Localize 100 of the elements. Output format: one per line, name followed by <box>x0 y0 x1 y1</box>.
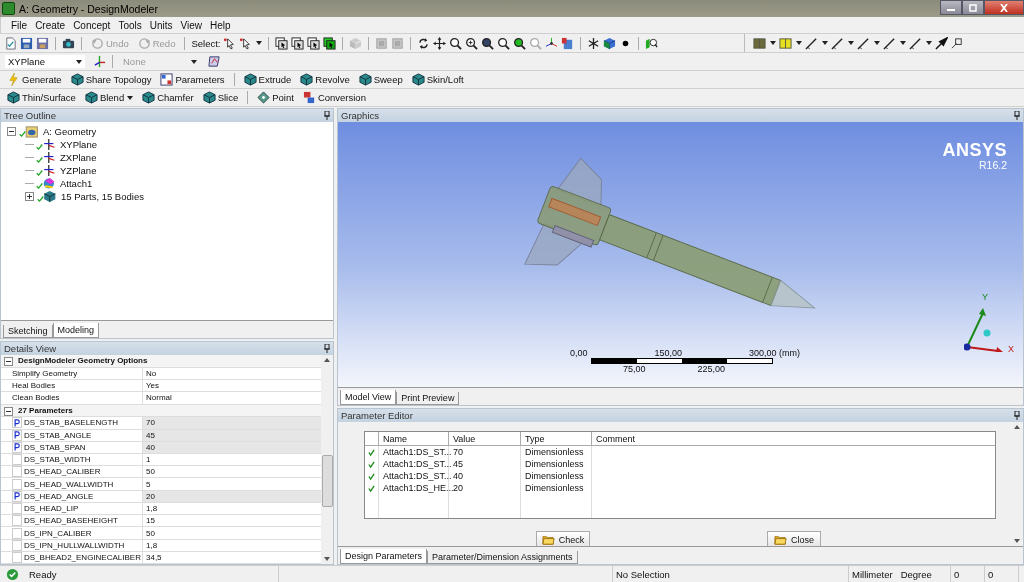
caret-icon[interactable] <box>874 41 880 45</box>
toolbar-button[interactable]: Share Topology <box>67 72 155 87</box>
camera-icon[interactable] <box>62 36 75 50</box>
restore-button[interactable] <box>962 0 984 15</box>
pin-icon[interactable] <box>324 344 330 353</box>
viewport[interactable]: ANSYS R16.2 0,00 150,00 300,00 (mm) 75,00 225,00 Y X <box>338 122 1023 387</box>
parameter-checkbox[interactable] <box>12 478 22 490</box>
column-header[interactable]: Name <box>379 432 449 445</box>
cursor-icon[interactable] <box>223 36 237 50</box>
rotate-icon[interactable] <box>417 36 431 50</box>
parameter-checkbox[interactable] <box>12 539 22 551</box>
scrollbar-thumb[interactable] <box>321 455 333 507</box>
scroll-up-icon[interactable] <box>324 358 330 362</box>
toolbar-button[interactable]: Extrude <box>240 72 295 87</box>
column-header[interactable]: Value <box>449 432 521 445</box>
property-value[interactable]: 34,5 <box>143 551 321 564</box>
property-value[interactable]: 1 <box>143 454 321 466</box>
menu-item[interactable]: File <box>7 19 32 31</box>
property-value[interactable]: Normal <box>143 392 321 404</box>
parameter-checkbox[interactable] <box>12 417 22 429</box>
property-value[interactable]: 1,8 <box>143 539 321 551</box>
scrollbar[interactable] <box>321 355 333 564</box>
line-icon[interactable] <box>831 36 844 50</box>
toolbar-button[interactable]: Skin/Loft <box>408 72 467 87</box>
zoom-icon[interactable] <box>481 36 495 50</box>
parameter-checkbox[interactable] <box>12 454 22 466</box>
toolbar-button[interactable]: Chamfer <box>139 90 197 105</box>
zoom-icon[interactable] <box>449 36 463 50</box>
select-filter-icon[interactable] <box>323 36 337 50</box>
toolbar-button[interactable]: Point <box>254 90 297 105</box>
caret-icon[interactable] <box>796 41 802 45</box>
toolbar-button[interactable]: Slice <box>199 90 242 105</box>
caret-icon[interactable] <box>848 41 854 45</box>
tree-item[interactable]: A: Geometry <box>41 126 97 137</box>
tree-item[interactable]: Attach1 <box>58 178 93 189</box>
toolbar-button[interactable]: Thin/Surface <box>4 90 79 105</box>
tab[interactable]: Design Parameters <box>340 549 428 564</box>
zoom-icon[interactable] <box>513 36 527 50</box>
cube-icon[interactable] <box>603 36 617 50</box>
tab[interactable]: Sketching <box>3 325 53 338</box>
floppy-icon[interactable] <box>36 36 49 50</box>
parameter-checkbox[interactable] <box>12 527 22 539</box>
color-square-icon[interactable] <box>779 36 792 50</box>
line-icon[interactable] <box>857 36 870 50</box>
property-value[interactable]: 50 <box>143 527 321 539</box>
document-icon[interactable] <box>4 36 17 50</box>
property-value[interactable]: No <box>143 367 321 380</box>
tree-item[interactable]: ZXPlane <box>58 152 97 163</box>
square-icon[interactable] <box>951 36 964 50</box>
collapse-toggle[interactable] <box>7 127 16 136</box>
zoom-icon[interactable] <box>465 36 479 50</box>
property-value[interactable]: 50 <box>143 466 321 478</box>
menu-item[interactable]: Tools <box>114 19 146 31</box>
menu-item[interactable]: Help <box>206 19 235 31</box>
menu-item[interactable]: Create <box>31 19 70 31</box>
toolbar-button[interactable]: Generate <box>4 72 65 87</box>
line-icon[interactable] <box>883 36 896 50</box>
column-header[interactable]: Comment <box>592 432 995 445</box>
property-value[interactable]: Yes <box>143 380 321 392</box>
menu-item[interactable]: Concept <box>69 19 115 31</box>
pan-icon[interactable] <box>433 36 447 50</box>
parameter-checkbox[interactable] <box>12 490 22 502</box>
toolbar-button[interactable]: Blend <box>81 90 137 105</box>
caret-icon[interactable] <box>900 41 906 45</box>
cursor-icon[interactable] <box>239 36 253 50</box>
select-filter-icon[interactable] <box>307 36 321 50</box>
toolbar-button[interactable]: Parameters <box>157 72 228 87</box>
column-header[interactable]: Type <box>521 432 592 445</box>
toolbar-button[interactable]: Sweep <box>355 72 406 87</box>
tree-item[interactable]: XYPlane <box>58 139 97 150</box>
floppy-icon[interactable] <box>20 36 33 50</box>
collapse-toggle[interactable] <box>4 357 13 366</box>
axes-icon[interactable] <box>545 36 559 50</box>
line-icon[interactable] <box>909 36 922 50</box>
pin-icon[interactable] <box>1014 111 1020 120</box>
caret-icon[interactable] <box>770 41 776 45</box>
pin-icon[interactable] <box>1014 411 1020 420</box>
parameter-checkbox[interactable] <box>12 503 22 515</box>
sketch-icon[interactable] <box>208 55 221 68</box>
property-value[interactable]: 20 <box>143 490 321 502</box>
tab[interactable]: Parameter/Dimension Assignments <box>427 551 578 564</box>
select-filter-icon[interactable] <box>275 36 289 50</box>
tree-item[interactable]: 15 Parts, 15 Bodies <box>59 191 144 202</box>
arrow-icon[interactable] <box>935 36 948 50</box>
scroll-down-icon[interactable] <box>1014 539 1020 543</box>
parameter-checkbox[interactable] <box>12 441 22 453</box>
color-square-icon[interactable] <box>753 36 766 50</box>
plane-dropdown[interactable]: XYPlane <box>4 54 86 69</box>
property-value[interactable]: 1,8 <box>143 502 321 515</box>
property-value[interactable]: 5 <box>143 478 321 490</box>
parameter-checkbox[interactable] <box>12 466 22 478</box>
menu-item[interactable]: View <box>176 19 207 31</box>
asterisk-icon[interactable] <box>587 36 601 50</box>
toolbar-button[interactable]: Conversion <box>299 90 369 105</box>
select-filter-icon[interactable] <box>291 36 305 50</box>
toolbar-button[interactable]: Revolve <box>297 72 353 87</box>
scroll-down-icon[interactable] <box>324 557 330 561</box>
menu-item[interactable]: Units <box>145 19 177 31</box>
scroll-up-icon[interactable] <box>1014 425 1020 429</box>
view-icon[interactable] <box>645 36 659 50</box>
